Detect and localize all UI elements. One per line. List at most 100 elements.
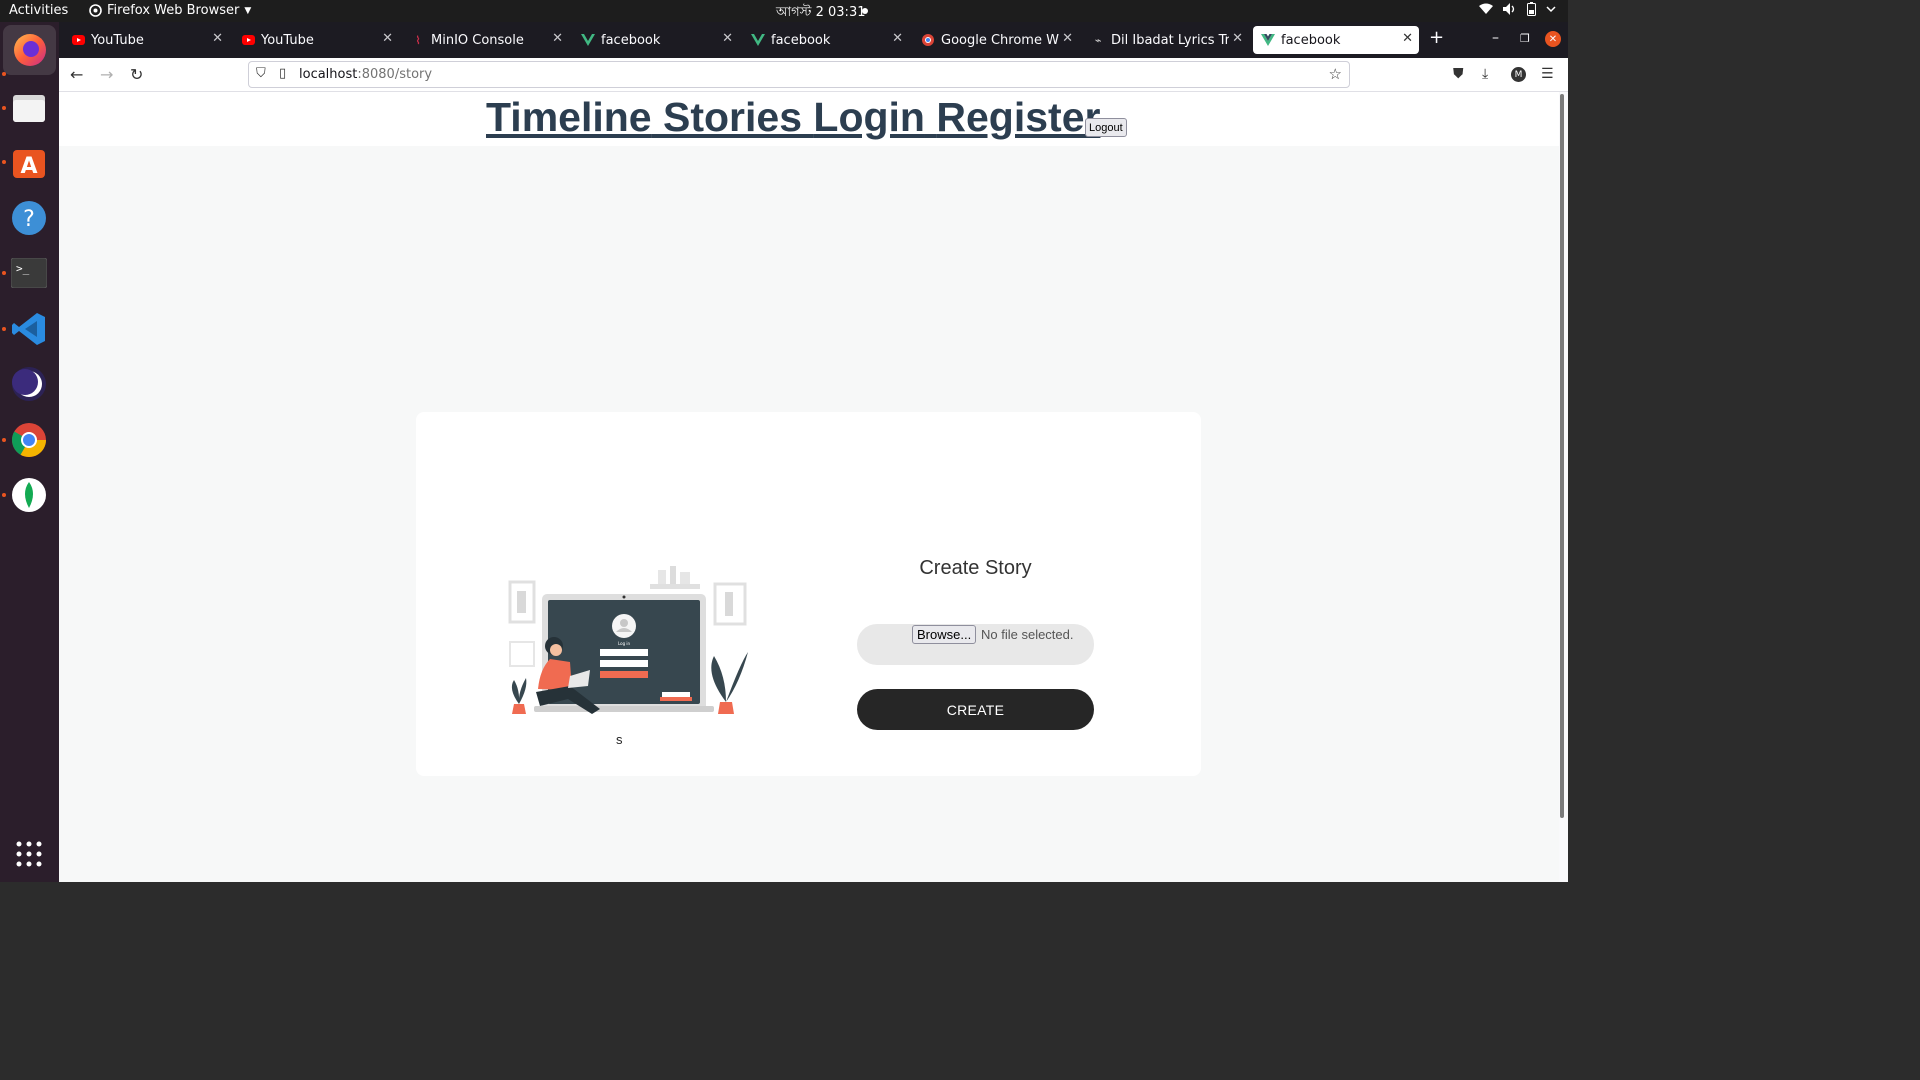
nav-link-register[interactable]: Register [936, 94, 1100, 140]
tab-strip: YouTube ✕ YouTube ✕ ⌇ MinIO Console ✕ fa… [59, 22, 1568, 58]
svg-text:A: A [20, 154, 37, 179]
tab-title: YouTube [91, 32, 144, 48]
show-apps-button[interactable] [8, 833, 50, 875]
tab-facebook-1[interactable]: facebook ✕ [573, 26, 739, 54]
nav-link-gap [802, 94, 813, 140]
help-icon: ? [12, 201, 46, 235]
chrome-icon [12, 423, 46, 457]
lyrics-icon: ⌁ [1094, 33, 1102, 47]
svg-text:?: ? [23, 207, 35, 232]
system-tray[interactable] [1479, 2, 1556, 16]
close-tab-icon[interactable]: ✕ [212, 31, 223, 46]
create-button[interactable]: CREATE [857, 689, 1094, 730]
dock-vscode-icon[interactable] [8, 308, 50, 350]
form-title: Create Story [919, 557, 1032, 579]
dock-chrome-icon[interactable] [8, 419, 50, 461]
tab-title: facebook [1281, 32, 1341, 48]
close-tab-icon[interactable]: ✕ [1232, 31, 1243, 46]
image-caption: s [616, 732, 623, 747]
nav-link-timeline[interactable]: Timeline [486, 94, 652, 140]
nav-link-login[interactable]: Login [813, 94, 925, 140]
shield-icon[interactable]: ⛉ [256, 66, 266, 81]
new-tab-button[interactable]: + [1429, 27, 1444, 48]
site-nav: Timeline Stories Login Register [486, 94, 1100, 141]
reload-icon[interactable]: ↻ [130, 65, 143, 84]
vue-icon [581, 33, 595, 47]
tab-minio-console[interactable]: ⌇ MinIO Console ✕ [403, 26, 569, 54]
dock-firefox-icon[interactable] [3, 25, 56, 75]
close-tab-icon[interactable]: ✕ [722, 31, 733, 46]
app-menu[interactable]: Firefox Web Browser ▼ [89, 3, 251, 18]
close-tab-icon[interactable]: ✕ [1062, 31, 1073, 46]
navigation-toolbar: ← → ↻ ⛉ ▯ localhost:8080/story ☆ ⛊ ⤓ M ☰ [59, 58, 1568, 92]
forward-arrow-icon[interactable]: → [100, 65, 113, 84]
svg-text:Log in: Log in [618, 641, 631, 646]
svg-text:>_: >_ [16, 262, 30, 275]
logout-button[interactable]: Logout [1085, 118, 1127, 137]
ubuntu-dock: A ? >_ [0, 22, 59, 882]
running-indicator [2, 72, 6, 76]
web-page: Timeline Stories Login Register Logout L… [59, 92, 1559, 882]
volume-icon [1503, 3, 1515, 15]
url-host: localhost [299, 67, 358, 82]
back-arrow-icon[interactable]: ← [70, 65, 83, 84]
firefox-window: YouTube ✕ YouTube ✕ ⌇ MinIO Console ✕ fa… [59, 22, 1568, 882]
restore-button[interactable]: ❐ [1520, 32, 1530, 45]
close-tab-icon[interactable]: ✕ [1402, 31, 1413, 46]
tab-title: Google Chrome Web Browser [941, 32, 1059, 48]
running-indicator [2, 106, 6, 110]
dock-files-icon[interactable] [8, 87, 50, 129]
url-path: :8080/story [357, 67, 433, 82]
running-indicator [2, 327, 6, 331]
dock-mongodb-icon[interactable] [8, 474, 50, 516]
tab-title: facebook [601, 32, 661, 48]
running-indicator [2, 160, 6, 164]
close-tab-icon[interactable]: ✕ [552, 31, 563, 46]
file-upload-field[interactable]: Browse... No file selected. [857, 624, 1094, 665]
account-avatar-icon[interactable]: M [1511, 67, 1526, 82]
minio-icon: ⌇ [415, 33, 421, 47]
dock-eclipse-icon[interactable] [8, 363, 50, 405]
chrome-icon [921, 33, 935, 47]
ubuntu-top-bar: Activities Firefox Web Browser ▼ আগস্ট 2… [0, 0, 1568, 22]
browse-button[interactable]: Browse... [912, 625, 977, 644]
app-menu-label: Firefox Web Browser [107, 3, 240, 18]
clock[interactable]: আগস্ট 2 03:31 [776, 3, 865, 24]
tab-dil-ibadat-lyrics[interactable]: ⌁ Dil Ibadat Lyrics Translation ✕ [1083, 26, 1249, 54]
hamburger-menu-icon[interactable]: ☰ [1541, 66, 1554, 82]
nav-link-stories[interactable]: Stories [663, 94, 802, 140]
youtube-icon [241, 33, 255, 47]
close-tab-icon[interactable]: ✕ [382, 31, 393, 46]
terminal-icon: >_ [11, 258, 47, 288]
url-text[interactable]: localhost:8080/story [299, 67, 432, 82]
close-window-button[interactable]: ✕ [1545, 31, 1561, 47]
address-bar[interactable]: ⛉ ▯ localhost:8080/story ☆ [248, 61, 1350, 88]
page-scrollbar[interactable] [1560, 94, 1564, 818]
youtube-icon [71, 33, 85, 47]
tab-title: MinIO Console [431, 32, 524, 48]
tab-chrome-web-browser[interactable]: Google Chrome Web Browser ✕ [913, 26, 1079, 54]
page-icon[interactable]: ▯ [279, 66, 286, 81]
app-grid-icon [16, 841, 42, 867]
dock-software-icon[interactable]: A [8, 141, 50, 183]
bookmark-star-icon[interactable]: ☆ [1329, 65, 1342, 83]
download-icon[interactable]: ⤓ [1482, 66, 1488, 82]
pocket-icon[interactable]: ⛊ [1453, 66, 1464, 82]
folder-icon [13, 95, 45, 122]
running-indicator [2, 271, 6, 275]
tab-youtube-1[interactable]: YouTube ✕ [63, 26, 229, 54]
minimize-button[interactable]: – [1492, 30, 1499, 46]
tab-facebook-active[interactable]: facebook ✕ [1253, 26, 1419, 54]
close-tab-icon[interactable]: ✕ [892, 31, 903, 46]
dock-terminal-icon[interactable]: >_ [8, 252, 50, 294]
nav-link-gap [925, 94, 936, 140]
firefox-app-icon [89, 4, 102, 17]
login-illustration-image: Log in [508, 566, 748, 714]
power-menu-icon [1546, 6, 1556, 13]
create-story-card: Log in s Create Story Browse... No file … [416, 412, 1201, 776]
dock-help-icon[interactable]: ? [8, 197, 50, 239]
tab-youtube-2[interactable]: YouTube ✕ [233, 26, 399, 54]
ubuntu-software-icon: A [13, 150, 45, 179]
tab-facebook-2[interactable]: facebook ✕ [743, 26, 909, 54]
activities-button[interactable]: Activities [9, 3, 68, 18]
